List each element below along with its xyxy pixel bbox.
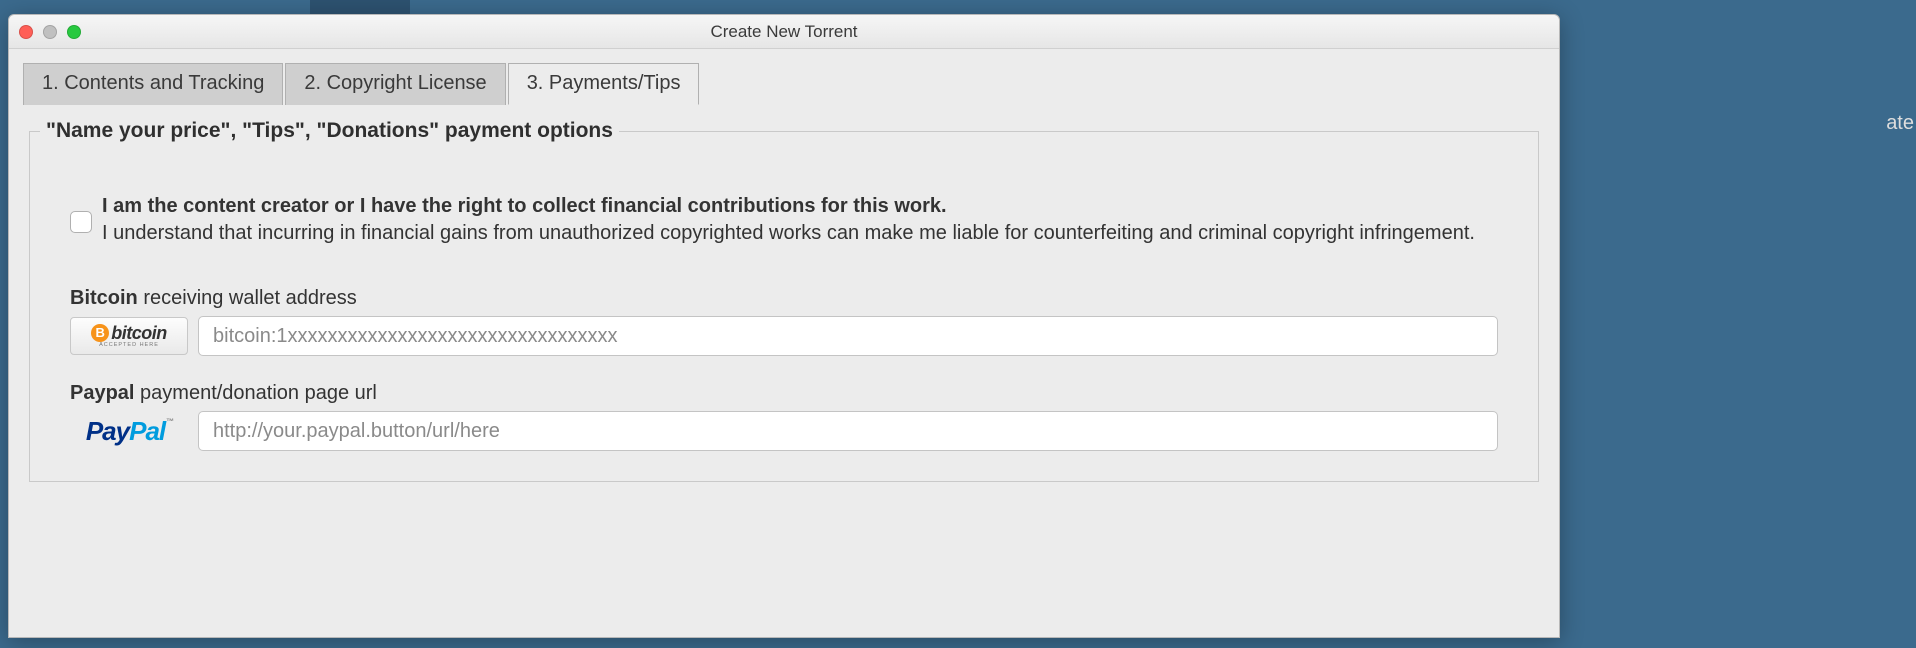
bitcoin-label-rest: receiving wallet address xyxy=(138,287,357,309)
disclaimer-line1: I am the content creator or I have the r… xyxy=(102,193,1475,220)
paypal-tm: ™ xyxy=(166,417,173,426)
bitcoin-logo-text: bitcoin xyxy=(111,324,167,342)
paypal-logo-part2: Pal xyxy=(129,416,165,446)
disclaimer-line2: I understand that incurring in financial… xyxy=(102,222,1475,244)
disclaimer-row: I am the content creator or I have the r… xyxy=(70,193,1498,247)
bitcoin-icon: B bitcoin ACCEPTED HERE xyxy=(91,324,167,349)
payment-options-group: "Name your price", "Tips", "Donations" p… xyxy=(29,119,1539,482)
bitcoin-address-input[interactable] xyxy=(198,316,1498,356)
dialog-window: Create New Torrent 1. Contents and Track… xyxy=(8,14,1560,638)
paypal-label: Paypal payment/donation page url xyxy=(70,382,1498,405)
group-title: "Name your price", "Tips", "Donations" p… xyxy=(40,119,619,143)
close-icon[interactable] xyxy=(19,25,33,39)
paypal-field: Paypal payment/donation page url PayPal™ xyxy=(70,382,1498,451)
maximize-icon[interactable] xyxy=(67,25,81,39)
paypal-input-row: PayPal™ xyxy=(70,411,1498,451)
tab-panel-payments: "Name your price", "Tips", "Donations" p… xyxy=(9,105,1559,637)
titlebar: Create New Torrent xyxy=(9,15,1559,49)
paypal-logo-part1: Pay xyxy=(86,416,129,446)
bitcoin-input-row: B bitcoin ACCEPTED HERE xyxy=(70,316,1498,356)
bitcoin-label: Bitcoin receiving wallet address xyxy=(70,287,1498,310)
bitcoin-logo-badge: B bitcoin ACCEPTED HERE xyxy=(70,317,188,355)
bitcoin-label-strong: Bitcoin xyxy=(70,287,138,309)
background-app-bar xyxy=(0,0,1916,14)
tab-payments-tips[interactable]: 3. Payments/Tips xyxy=(508,63,700,105)
bitcoin-logo-subtext: ACCEPTED HERE xyxy=(99,343,159,349)
minimize-icon[interactable] xyxy=(43,25,57,39)
disclaimer-checkbox[interactable] xyxy=(70,211,92,233)
paypal-label-strong: Paypal xyxy=(70,382,134,404)
disclaimer-text: I am the content creator or I have the r… xyxy=(102,193,1475,247)
paypal-label-rest: payment/donation page url xyxy=(134,382,376,404)
tab-bar: 1. Contents and Tracking 2. Copyright Li… xyxy=(9,49,1559,105)
paypal-logo-badge: PayPal™ xyxy=(70,412,188,450)
background-text-fragment: ate xyxy=(1886,112,1916,135)
paypal-icon: PayPal™ xyxy=(86,416,172,447)
bitcoin-field: Bitcoin receiving wallet address B bitco… xyxy=(70,287,1498,356)
window-title: Create New Torrent xyxy=(9,22,1559,42)
tab-copyright-license[interactable]: 2. Copyright License xyxy=(285,63,505,105)
bitcoin-coin-icon: B xyxy=(91,324,109,342)
paypal-url-input[interactable] xyxy=(198,411,1498,451)
tab-contents-and-tracking[interactable]: 1. Contents and Tracking xyxy=(23,63,283,105)
window-controls xyxy=(19,25,81,39)
